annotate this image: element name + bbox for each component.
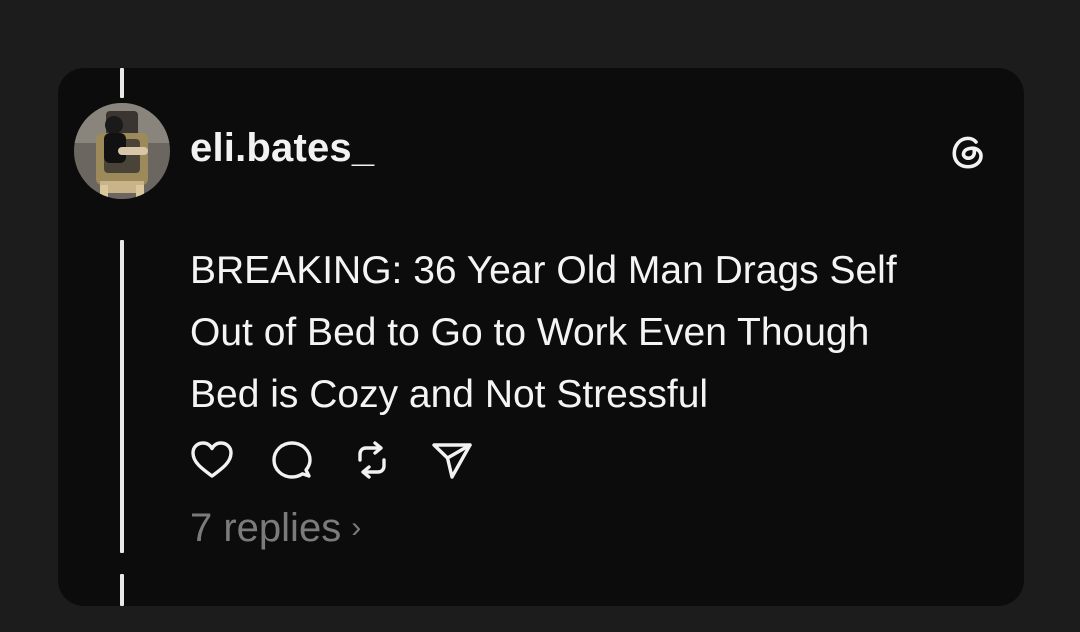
post-text-line: Out of Bed to Go to Work Even Though — [190, 311, 870, 354]
post-text-line: Bed is Cozy and Not Stressful — [190, 373, 709, 416]
heart-icon[interactable] — [188, 436, 236, 484]
thread-line-top — [120, 68, 124, 98]
avatar-image — [74, 103, 170, 199]
repost-icon[interactable] — [348, 436, 396, 484]
post-text-line: BREAKING: 36 Year Old Man Drags Self — [190, 249, 897, 292]
threads-logo-icon[interactable] — [945, 128, 991, 174]
thread-line — [120, 240, 124, 553]
send-icon[interactable] — [428, 436, 476, 484]
replies-count: 7 replies — [190, 506, 342, 550]
replies-link[interactable]: 7 replies › — [190, 504, 361, 552]
chevron-right-icon: › — [351, 511, 362, 544]
thread-line-bottom — [120, 574, 124, 606]
username[interactable]: eli.bates_ — [190, 124, 374, 172]
avatar[interactable] — [74, 103, 170, 199]
post-text: BREAKING: 36 Year Old Man Drags Self Out… — [190, 240, 1010, 426]
comment-icon[interactable] — [268, 436, 316, 484]
